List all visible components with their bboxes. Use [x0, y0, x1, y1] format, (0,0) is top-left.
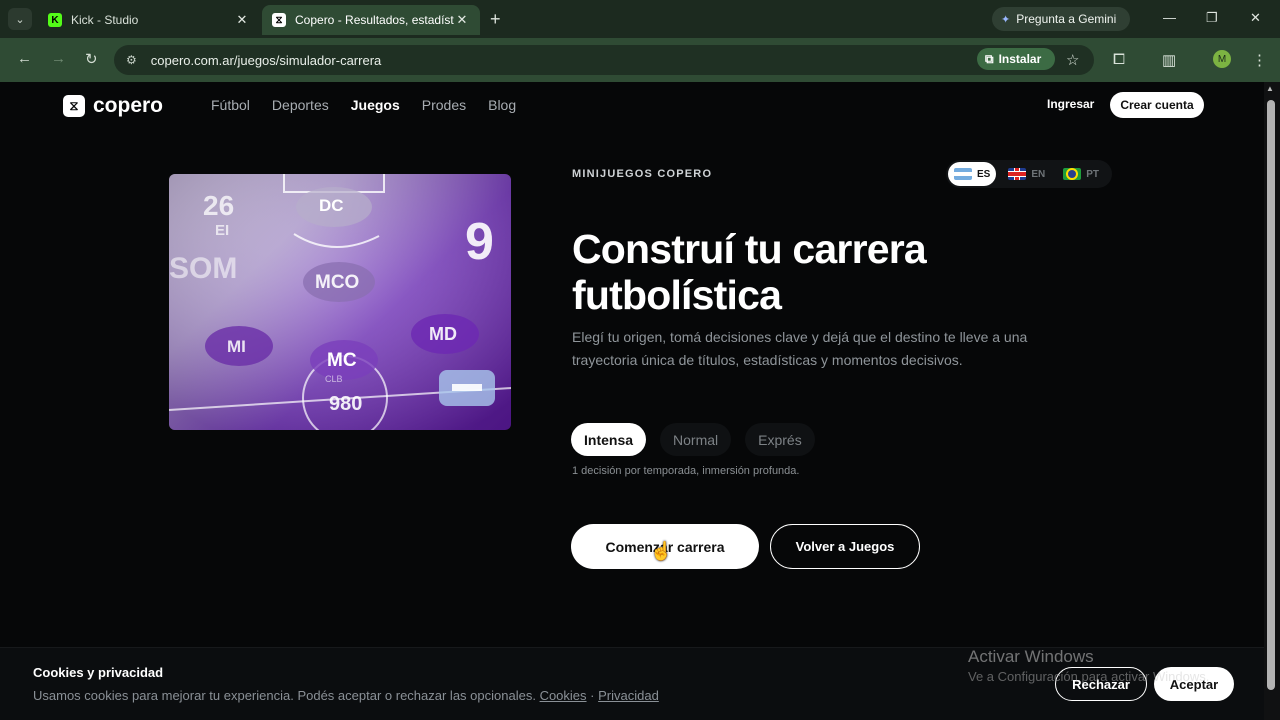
gemini-icon: ✦ [1001, 13, 1011, 26]
back-to-games-button[interactable]: Volver a Juegos [770, 524, 920, 569]
lang-en[interactable]: EN [1002, 162, 1051, 186]
browser-tab-bar: ⌄ K Kick - Studio ✕ ⧖ Copero - Resultado… [0, 0, 1280, 38]
player-number-small: 26 [203, 190, 235, 221]
tab-kick-studio[interactable]: K Kick - Studio ✕ [38, 5, 260, 35]
mode-selector: Intensa Normal Exprés [571, 423, 815, 456]
lang-code: PT [1086, 168, 1100, 180]
nav-prodes[interactable]: Prodes [422, 97, 466, 113]
install-label: Instalar [998, 52, 1042, 66]
title-line-2: futbolística [572, 272, 782, 318]
restore-icon[interactable]: ❐ [1206, 10, 1218, 26]
site-header: ⧖ copero Fútbol Deportes Juegos Prodes B… [0, 82, 1264, 128]
nav-blog[interactable]: Blog [488, 97, 516, 113]
forward-icon[interactable]: → [51, 50, 66, 67]
more-menu-icon[interactable]: ⋮ [1252, 51, 1267, 69]
career-hero-image: DC MCO MI MC MD 9 26 EI SOM 980 CLB [169, 174, 511, 430]
gemini-button[interactable]: ✦ Pregunta a Gemini [992, 7, 1130, 31]
close-icon[interactable]: ✕ [234, 12, 250, 28]
position-md: MD [429, 324, 457, 344]
position-ei: EI [215, 222, 230, 239]
tab-copero[interactable]: ⧖ Copero - Resultados, estadístic ✕ [262, 5, 480, 35]
brand-name: copero [93, 94, 164, 117]
position-dc: DC [319, 196, 344, 215]
hero-description: Elegí tu origen, tomá decisiones clave y… [572, 329, 1028, 368]
kick-icon: K [48, 13, 62, 27]
mode-intensa[interactable]: Intensa [571, 423, 647, 456]
link-separator: · [590, 688, 595, 703]
language-switcher: ES EN PT [946, 160, 1112, 188]
new-tab-icon[interactable]: + [490, 9, 501, 30]
hand-cursor-icon: ☝ [650, 541, 673, 561]
main-nav: Fútbol Deportes Juegos Prodes Blog [211, 97, 516, 113]
position-mco: MCO [315, 272, 360, 293]
lang-es[interactable]: ES [948, 162, 997, 186]
page-content: ⧖ copero Fútbol Deportes Juegos Prodes B… [0, 82, 1264, 720]
tab-search-button[interactable]: ⌄ [8, 8, 32, 30]
nav-juegos[interactable]: Juegos [351, 97, 400, 113]
login-link[interactable]: Ingresar [1047, 97, 1094, 111]
position-mc: MC [327, 350, 357, 371]
address-bar[interactable]: ⚙ copero.com.ar/juegos/simulador-carrera [114, 45, 1094, 75]
cookie-description: Usamos cookies para mejorar tu experienc… [33, 688, 536, 703]
uk-flag-icon [1008, 168, 1027, 180]
tab-title: Copero - Resultados, estadístic [295, 13, 454, 27]
lang-code: ES [977, 168, 991, 180]
close-window-icon[interactable]: ✕ [1250, 10, 1261, 26]
mode-expres[interactable]: Exprés [745, 423, 815, 456]
close-icon[interactable]: ✕ [454, 12, 470, 28]
stat-value: 980 [329, 393, 363, 415]
nav-deportes[interactable]: Deportes [272, 97, 329, 113]
nav-futbol[interactable]: Fútbol [211, 97, 250, 113]
site-logo[interactable]: ⧖ copero [63, 94, 163, 118]
mode-normal[interactable]: Normal [660, 423, 732, 456]
brazil-flag-icon [1063, 168, 1082, 180]
create-account-button[interactable]: Crear cuenta [1110, 92, 1204, 118]
title-line-1: Construí tu carrera [572, 226, 927, 272]
windows-activation-subtitle: Ve a Configuración para activar Windows. [968, 669, 1210, 684]
stat-label: CLB [325, 374, 343, 384]
back-icon[interactable]: ← [17, 50, 32, 67]
section-eyebrow: MINIJUEGOS COPERO [572, 168, 713, 180]
cookies-link[interactable]: Cookies [540, 688, 587, 703]
scrollbar-thumb[interactable] [1267, 100, 1275, 690]
windows-activation-title: Activar Windows [968, 647, 1094, 666]
lang-pt[interactable]: PT [1057, 162, 1105, 186]
argentina-flag-icon [954, 168, 972, 180]
position-mi: MI [227, 337, 246, 356]
scroll-up-icon[interactable]: ▲ [1266, 84, 1274, 93]
bookmark-star-icon[interactable]: ☆ [1066, 51, 1079, 69]
privacy-link[interactable]: Privacidad [598, 688, 659, 703]
extensions-icon[interactable]: ⧠ [1113, 51, 1125, 68]
tab-title: Kick - Studio [71, 13, 139, 27]
page-title: Construí tu carrera futbolística [572, 226, 1052, 318]
cookie-title: Cookies y privacidad [33, 665, 164, 680]
url-text: copero.com.ar/juegos/simulador-carrera [150, 52, 382, 68]
reload-icon[interactable]: ↻ [85, 50, 98, 68]
cookie-text: Usamos cookies para mejorar tu experienc… [33, 688, 659, 703]
avatar[interactable]: M [1213, 50, 1231, 68]
install-app-button[interactable]: ⧉ Instalar [977, 48, 1055, 70]
copero-icon: ⧖ [272, 13, 286, 27]
reading-mode-icon[interactable]: ▥ [1162, 51, 1176, 69]
copero-logo-icon: ⧖ [63, 95, 85, 117]
player-number: 9 [465, 213, 494, 271]
player-name-fragment: SOM [169, 252, 238, 285]
mode-hint: 1 decisión por temporada, inmersión prof… [572, 465, 800, 477]
site-settings-icon[interactable]: ⚙ [126, 53, 137, 67]
install-icon: ⧉ [985, 51, 994, 66]
lang-code: EN [1031, 168, 1046, 180]
minimize-icon[interactable]: — [1163, 10, 1176, 25]
gemini-label: Pregunta a Gemini [1016, 12, 1117, 26]
